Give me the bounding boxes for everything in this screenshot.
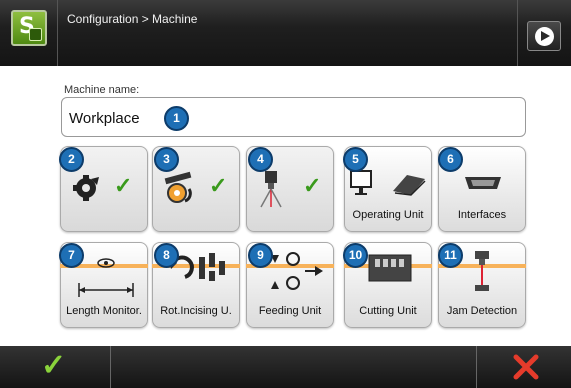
check-icon: ✓ bbox=[303, 173, 322, 198]
jam-sensor-icon bbox=[475, 251, 489, 291]
tile-label: Operating Unit bbox=[352, 209, 424, 221]
number-badge: 10 bbox=[343, 243, 368, 268]
top-bar bbox=[0, 0, 571, 66]
cutter-icon bbox=[368, 254, 412, 282]
close-icon bbox=[513, 354, 539, 380]
number-badge: 5 bbox=[343, 147, 368, 172]
cancel-button[interactable] bbox=[477, 346, 571, 388]
number-badge: 7 bbox=[59, 243, 84, 268]
check-icon: ✓ bbox=[114, 173, 133, 198]
tile-label: Interfaces bbox=[457, 209, 507, 221]
number-badge: 11 bbox=[438, 243, 463, 268]
divider bbox=[517, 0, 518, 66]
tile-label: Feeding Unit bbox=[258, 305, 322, 317]
tile-label: Cutting Unit bbox=[359, 305, 417, 317]
sensor-icon bbox=[260, 171, 282, 208]
port-icon bbox=[465, 177, 501, 189]
check-icon: ✓ bbox=[41, 349, 67, 382]
app-logo-icon[interactable]: S bbox=[11, 10, 47, 46]
tile-label: Length Monitor. bbox=[66, 305, 142, 317]
tile-label: Jam Detection bbox=[446, 305, 518, 317]
machine-name-label: Machine name: bbox=[64, 84, 140, 96]
divider bbox=[110, 346, 111, 388]
arrow-right-icon bbox=[535, 27, 554, 46]
number-badge: 2 bbox=[59, 147, 84, 172]
check-icon: ✓ bbox=[209, 173, 228, 198]
roll-icon bbox=[164, 171, 192, 203]
number-badge: 1 bbox=[164, 106, 189, 131]
breadcrumb: Configuration > Machine bbox=[67, 12, 198, 26]
machine-name-value: Workplace bbox=[69, 110, 140, 127]
tile-label: Rot.Incising U. bbox=[160, 305, 232, 317]
number-badge: 4 bbox=[248, 147, 273, 172]
confirm-button[interactable]: ✓ bbox=[0, 346, 110, 388]
number-badge: 3 bbox=[154, 147, 179, 172]
gear-icon bbox=[73, 175, 99, 201]
number-badge: 8 bbox=[154, 243, 179, 268]
divider bbox=[57, 0, 58, 66]
number-badge: 6 bbox=[438, 147, 463, 172]
next-button[interactable] bbox=[527, 21, 561, 51]
machine-name-field[interactable]: Workplace bbox=[61, 97, 526, 137]
eye-sensor-icon bbox=[78, 258, 134, 297]
number-badge: 9 bbox=[248, 243, 273, 268]
monitor-icon bbox=[350, 170, 426, 196]
